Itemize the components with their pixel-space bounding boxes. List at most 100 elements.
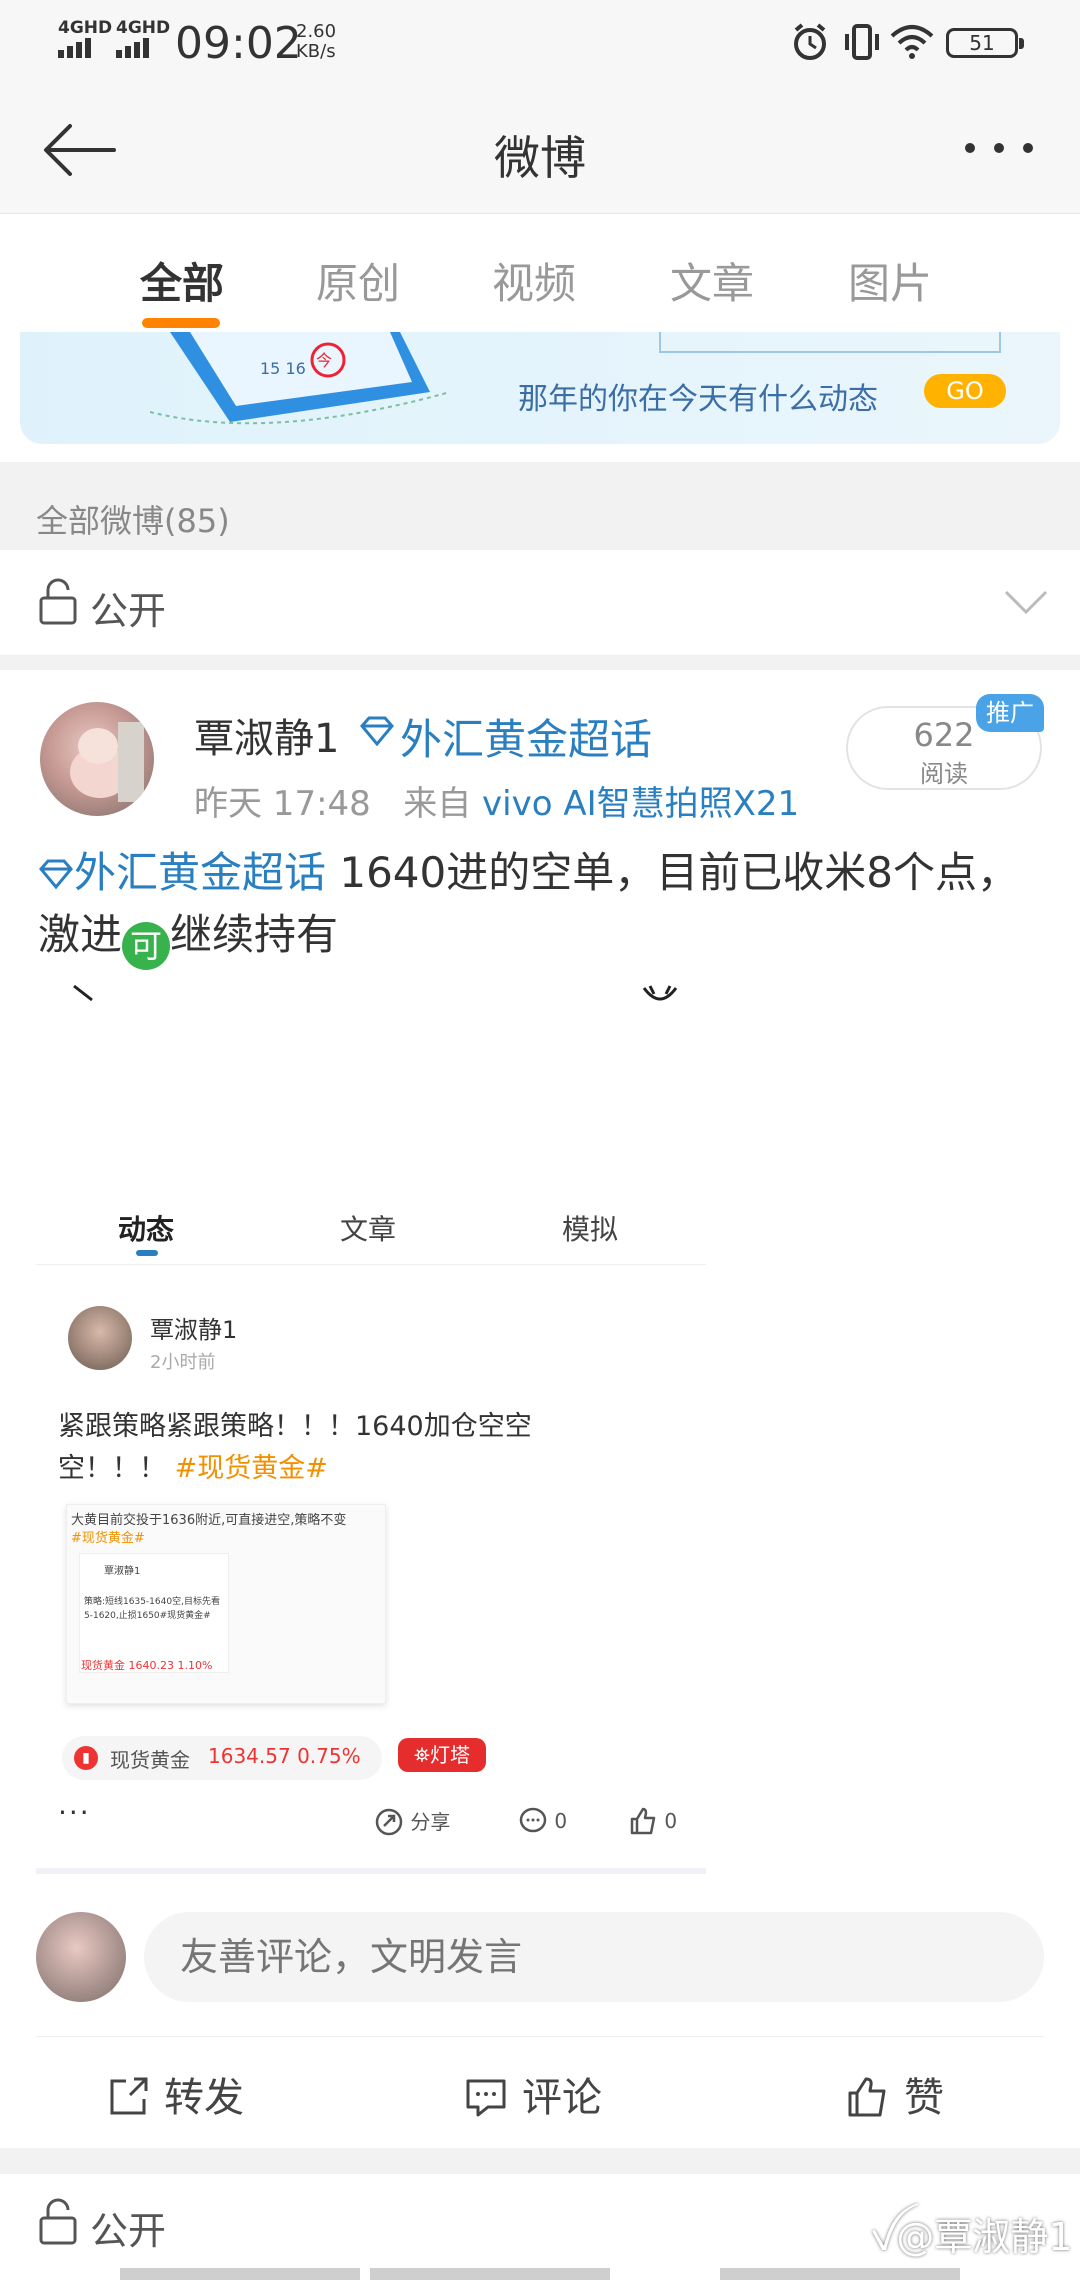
share-icon (375, 1808, 403, 1836)
speed-value: 2.60 (296, 21, 337, 42)
embed-tab-article: 文章 (340, 1213, 397, 1246)
visibility-filter[interactable]: 公开 (0, 550, 1080, 656)
more-options-icon[interactable] (962, 138, 1036, 158)
ke-emoji-icon: 可 (122, 922, 171, 970)
embed-comment: 0 (518, 1806, 567, 1836)
post-meta: 昨天 17:48 来自 vivo AI智慧拍照X21 (194, 776, 799, 825)
filter-tabs: 全部 原创 视频 文章 图片 (0, 214, 1080, 340)
like-label: 赞 (904, 2075, 944, 2121)
signal-bars-icon (58, 38, 94, 58)
post-source[interactable]: vivo AI智慧拍照X21 (482, 784, 799, 824)
divider (36, 1264, 706, 1265)
thumb-tag: #现货黄金# (71, 1531, 145, 1546)
embedded-screenshot[interactable]: 动态 文章 模拟 覃淑静1 2小时前 紧跟策略紧跟策略！！！1640加仓空空空！… (36, 1180, 706, 1874)
divider (0, 656, 1080, 670)
unlock-icon (39, 2198, 77, 2245)
status-bar: 4GHD 4GHD 09:02 2.60 KB/s 51 (0, 0, 1080, 84)
comment-button[interactable]: 评论 (464, 2065, 602, 2123)
signal-bars-icon (116, 38, 152, 58)
signal-1: 4GHD (58, 18, 112, 58)
thumbs-up-icon (848, 2077, 886, 2117)
comment-icon (466, 2079, 506, 2117)
repost-button[interactable]: 转发 (106, 2065, 244, 2123)
post-action-bar: 转发 评论 赞 (36, 2036, 1044, 2148)
promote-badge[interactable]: 推广 (976, 694, 1044, 732)
body-text-2: 继续持有 (170, 910, 339, 959)
svg-text:15 16: 15 16 (260, 359, 306, 378)
wifi-icon (890, 25, 934, 59)
chevron-down-icon[interactable] (1004, 590, 1048, 616)
tab-photo[interactable]: 图片 (848, 250, 932, 311)
chart-icon: ▮ (74, 1746, 98, 1770)
tab-all[interactable]: 全部 (140, 250, 224, 311)
thumb-name: 覃淑静1 (104, 1566, 141, 1577)
repost-label: 转发 (164, 2075, 244, 2121)
embed-tab-simulate: 模拟 (562, 1213, 619, 1246)
thumb-chip: 现货黄金 1640.23 1.10% (81, 1659, 213, 1672)
vibrate-icon (845, 24, 879, 60)
embed-tag: #现货黄金# (174, 1453, 328, 1484)
embed-share: 分享 (374, 1806, 450, 1837)
chip-name: 现货黄金 (110, 1748, 190, 1772)
embed-tab-indicator (136, 1250, 158, 1256)
avatar[interactable] (40, 702, 154, 816)
body-topic-link[interactable]: 外汇黄金超话 (74, 848, 326, 897)
banner-text: 那年的你在今天有什么动态 (518, 382, 878, 417)
comment-input[interactable] (144, 1912, 1044, 2002)
like-button[interactable]: 赞 (846, 2065, 944, 2123)
diamond-icon (39, 859, 73, 890)
decoration-icon (120, 2268, 960, 2280)
embed-thumbnail: 大黄目前交投于1636附近,可直接进空,策略不变 #现货黄金# 覃淑静1 策略:… (66, 1504, 386, 1704)
lighthouse-badge: ⛯灯塔 (398, 1738, 486, 1772)
embed-like-count: 0 (664, 1809, 678, 1833)
battery-indicator: 51 (946, 28, 1024, 58)
nav-bar: 微博 (0, 84, 1080, 214)
svg-text:今: 今 (316, 351, 332, 370)
embed-text: 紧跟策略紧跟策略！！！1640加仓空空空！！！ #现货黄金# (58, 1406, 618, 1490)
tab-original[interactable]: 原创 (316, 250, 400, 311)
embed-time: 2小时前 (150, 1352, 216, 1373)
embed-avatar (68, 1306, 132, 1370)
calendar-illustration-icon: 今 15 16 (150, 332, 450, 425)
read-label: 阅读 (920, 760, 968, 788)
memory-banner[interactable]: 今 15 16 那年的你在今天有什么动态 GO (20, 332, 1060, 444)
post-body: 外汇黄金超话 1640进的空单，目前已收米8个点，激进可继续持有 (38, 842, 1048, 970)
signal-label-2: 4GHD (116, 18, 171, 38)
embed-comment-count: 0 (554, 1809, 568, 1833)
embed-like: 0 (628, 1806, 677, 1836)
comment-icon (519, 1807, 547, 1833)
network-speed: 2.60 KB/s (296, 22, 336, 62)
decoration-icon (73, 984, 93, 1002)
speed-unit: KB/s (296, 41, 336, 62)
lighthouse-label: 灯塔 (430, 1743, 470, 1767)
embed-username: 覃淑静1 (150, 1316, 238, 1344)
source-prefix: 来自 (403, 784, 472, 824)
diamond-icon (360, 716, 394, 746)
thumb-line-2: 策略:短线1635-1640空,目标先看 (84, 1597, 220, 1607)
commenter-avatar (36, 1912, 126, 2002)
comment-label: 评论 (522, 2075, 602, 2121)
lighthouse-icon: ⛯ (414, 1743, 430, 1767)
go-button[interactable]: GO (924, 374, 1006, 408)
post-topic-link[interactable]: 外汇黄金超话 (400, 706, 652, 767)
chip-price: 1634.57 0.75% (208, 1744, 361, 1768)
embed-tab-feed: 动态 (118, 1213, 175, 1246)
signal-label-1: 4GHD (58, 18, 113, 38)
gold-price-chip: ▮ 现货黄金 1634.57 0.75% (62, 1736, 382, 1780)
alarm-icon (794, 23, 826, 60)
post-time: 昨天 17:48 (194, 784, 371, 824)
decoration-icon (659, 332, 1001, 353)
avatar-image-icon (70, 722, 144, 802)
section-title: 全部微博(85) (36, 502, 230, 540)
clock: 09:02 (175, 18, 302, 69)
embed-share-label: 分享 (410, 1810, 451, 1834)
unlock-icon (39, 578, 77, 625)
post-username[interactable]: 覃淑静1 (194, 706, 339, 764)
weibo-logo-icon: ꪜ (870, 2215, 897, 2259)
watermark-text: @覃淑静1 (896, 2215, 1073, 2259)
decoration-icon (642, 985, 678, 1001)
tab-video[interactable]: 视频 (492, 250, 576, 311)
tab-article[interactable]: 文章 (670, 250, 754, 311)
divider (0, 2148, 1080, 2174)
visibility-label: 公开 (90, 2209, 167, 2253)
